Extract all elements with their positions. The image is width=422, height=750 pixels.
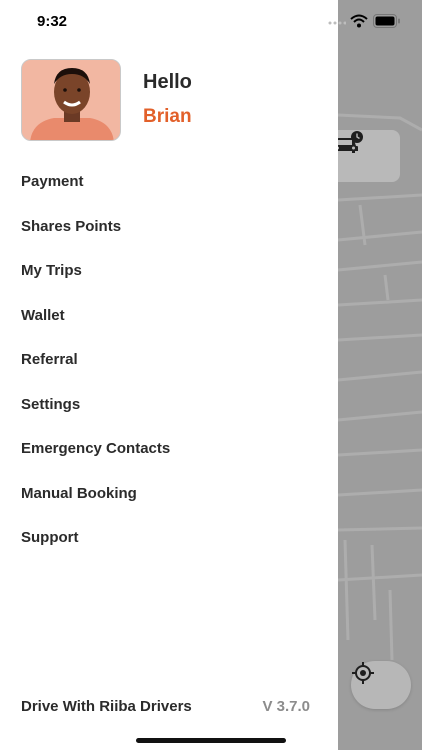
status-time: 9:32 [37, 13, 68, 30]
locate-icon [352, 662, 374, 684]
menu-item-settings[interactable]: Settings [21, 396, 80, 413]
menu-item-my-trips[interactable]: My Trips [21, 262, 82, 279]
battery-icon [373, 14, 400, 28]
menu-item-payment[interactable]: Payment [21, 173, 84, 190]
app-version: V 3.7.0 [262, 698, 310, 715]
menu-item-wallet[interactable]: Wallet [21, 307, 65, 324]
side-drawer: Hello Brian Payment Shares Points My Tri… [0, 0, 338, 750]
drive-with-us-link[interactable]: Drive With Riiba Drivers [21, 698, 192, 715]
home-indicator [136, 738, 286, 743]
scheduled-ride-card[interactable] [330, 130, 400, 182]
menu-item-referral[interactable]: Referral [21, 351, 78, 368]
menu-item-shares-points[interactable]: Shares Points [21, 218, 121, 235]
avatar[interactable] [21, 59, 121, 141]
signal-dots-icon [328, 21, 346, 25]
greeting-text: Hello [143, 71, 192, 93]
user-name: Brian [143, 106, 192, 127]
locate-me-button[interactable] [351, 661, 411, 709]
status-bar: 9:32 [0, 0, 422, 44]
menu-item-emergency-contacts[interactable]: Emergency Contacts [21, 440, 170, 457]
avatar-photo [22, 60, 120, 140]
wifi-icon [350, 14, 368, 28]
menu-item-support[interactable]: Support [21, 529, 79, 546]
menu-item-manual-booking[interactable]: Manual Booking [21, 485, 137, 502]
